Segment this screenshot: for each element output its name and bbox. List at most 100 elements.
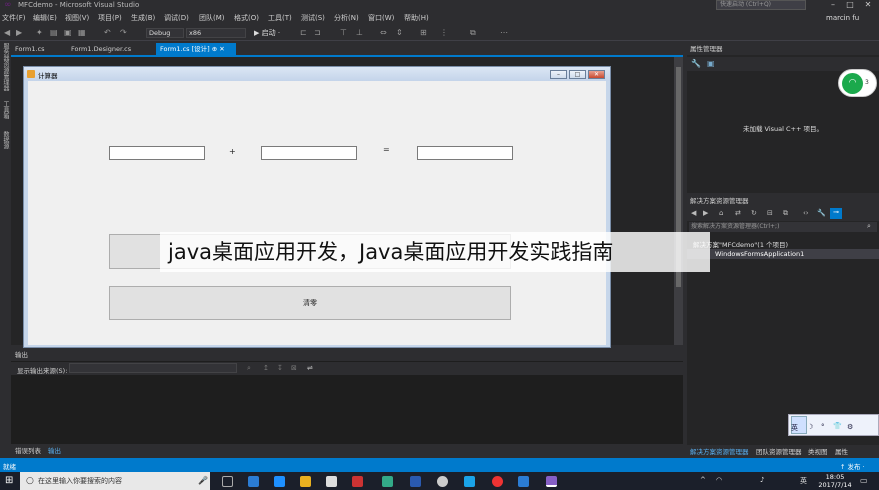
- windows-start-icon[interactable]: ⊞: [5, 475, 13, 486]
- open-icon[interactable]: ▤: [50, 28, 58, 37]
- align-top-icon[interactable]: ⊤: [340, 28, 347, 37]
- show-all-icon[interactable]: ⧉: [783, 209, 788, 218]
- taskbar-search-input[interactable]: 在这里输入你要搜索的内容: [20, 472, 210, 490]
- taskbar-clock[interactable]: 18:05 2017/7/14: [818, 473, 852, 489]
- form-close-button[interactable]: ✕: [588, 70, 605, 79]
- search-icon[interactable]: ⌕: [867, 222, 871, 231]
- new-project-icon[interactable]: ✦: [36, 28, 43, 37]
- menu-format[interactable]: 格式(O): [234, 13, 259, 23]
- result-input[interactable]: [417, 146, 513, 160]
- find-icon[interactable]: ⌕: [247, 364, 251, 373]
- visual-studio-taskbar-icon[interactable]: [546, 476, 557, 487]
- user-name[interactable]: marcin fu: [826, 14, 859, 22]
- configuration-dropdown[interactable]: Debug: [146, 28, 184, 38]
- redo-icon[interactable]: ↷: [120, 28, 127, 37]
- quick-launch-input[interactable]: 快速启动 (Ctrl+Q): [716, 0, 806, 10]
- menu-file[interactable]: 文件(F): [2, 13, 26, 23]
- order-icon[interactable]: ⧉: [470, 28, 476, 38]
- preview-icon[interactable]: ⊸: [830, 208, 842, 219]
- app-icon-4[interactable]: [464, 476, 475, 487]
- degree-icon[interactable]: °: [821, 423, 825, 431]
- app-icon-5[interactable]: [518, 476, 529, 487]
- save-properties-icon[interactable]: ▣: [707, 59, 715, 68]
- app-icon-2[interactable]: [382, 476, 393, 487]
- notification-icon[interactable]: ▭: [860, 476, 868, 485]
- project-node[interactable]: WindowsFormsApplication1: [687, 249, 879, 259]
- grid-icon[interactable]: ⊞: [420, 28, 427, 37]
- spacing-icon[interactable]: ⋮: [440, 28, 448, 37]
- toolbox-tab[interactable]: 工具箱: [1, 101, 10, 119]
- menu-tools[interactable]: 工具(T): [268, 13, 292, 23]
- code-icon[interactable]: ‹›: [803, 209, 809, 217]
- data-sources-tab[interactable]: 数据源: [1, 131, 10, 149]
- store-icon[interactable]: [326, 476, 337, 487]
- tab-error-list[interactable]: 错误列表: [15, 445, 41, 455]
- align-middle-icon[interactable]: ⊥: [356, 28, 363, 37]
- menu-view[interactable]: 视图(V): [65, 13, 89, 23]
- tab-order-icon[interactable]: ⋯: [500, 28, 508, 37]
- word-wrap-icon[interactable]: ⇌: [307, 364, 313, 372]
- output-source-dropdown[interactable]: [69, 363, 237, 373]
- tab-class-view[interactable]: 类视图: [808, 446, 828, 456]
- forward-icon[interactable]: ▶: [16, 28, 22, 37]
- menu-project[interactable]: 项目(P): [98, 13, 122, 23]
- form-minimize-button[interactable]: –: [550, 70, 567, 79]
- app-icon-1[interactable]: [352, 476, 363, 487]
- sync-icon[interactable]: ⇄: [735, 209, 741, 217]
- back-icon[interactable]: ◀: [691, 209, 696, 217]
- operand2-input[interactable]: [261, 146, 357, 160]
- collapse-icon[interactable]: ⊟: [767, 209, 773, 217]
- minimize-button[interactable]: –: [826, 0, 840, 10]
- publish-button[interactable]: ↑ 发布 ·: [840, 461, 865, 471]
- platform-dropdown[interactable]: x86: [186, 28, 246, 38]
- properties-icon[interactable]: 🔧: [817, 209, 826, 217]
- tray-ime-icon[interactable]: 英: [800, 476, 807, 486]
- menu-team[interactable]: 团队(M): [199, 13, 225, 23]
- ie-icon[interactable]: [274, 476, 285, 487]
- next-icon[interactable]: ↧: [277, 364, 283, 372]
- server-explorer-tab[interactable]: 服务器资源管理器: [1, 43, 10, 91]
- tab-form1-cs[interactable]: Form1.cs: [11, 43, 49, 55]
- chrome-icon[interactable]: [492, 476, 503, 487]
- form-maximize-button[interactable]: □: [569, 70, 586, 79]
- tab-close-icon[interactable]: ✕: [219, 45, 224, 53]
- save-icon[interactable]: ▣: [64, 28, 72, 37]
- photoshop-icon[interactable]: [410, 476, 421, 487]
- form-window[interactable]: 计算器 – □ ✕ + = 清零: [23, 66, 611, 348]
- skin-icon[interactable]: 👕: [833, 422, 842, 430]
- task-view-icon[interactable]: [222, 476, 233, 487]
- app-icon-3[interactable]: [437, 476, 448, 487]
- menu-build[interactable]: 生成(B): [131, 13, 155, 23]
- operand1-input[interactable]: [109, 146, 205, 160]
- maximize-button[interactable]: □: [843, 0, 857, 10]
- size-height-icon[interactable]: ⇕: [396, 28, 403, 37]
- tab-properties[interactable]: 属性: [835, 446, 848, 456]
- tab-output[interactable]: 输出: [48, 445, 61, 455]
- edge-icon[interactable]: [248, 476, 259, 487]
- microphone-icon[interactable]: 🎤: [198, 476, 208, 485]
- clear-button[interactable]: 清零: [109, 286, 511, 320]
- start-debug-button[interactable]: ▶ 启动 ·: [254, 28, 280, 38]
- ime-toolbar[interactable]: 英 ☽ ° 👕 ⚙: [788, 414, 879, 436]
- clear-all-icon[interactable]: ⊠: [291, 364, 297, 372]
- solution-search-input[interactable]: 搜索解决方案资源管理器(Ctrl+;): [689, 222, 877, 232]
- tray-arrow-icon[interactable]: ^: [700, 476, 706, 484]
- tab-solution-explorer[interactable]: 解决方案资源管理器: [690, 446, 749, 456]
- tab-form1-designer[interactable]: Form1.Designer.cs: [67, 43, 135, 55]
- tab-form1-design[interactable]: Form1.cs [设计] ⊕ ✕: [156, 43, 236, 55]
- menu-analyze[interactable]: 分析(N): [334, 13, 359, 23]
- menu-test[interactable]: 测试(S): [301, 13, 325, 23]
- menu-debug[interactable]: 调试(D): [164, 13, 189, 23]
- align-center-icon[interactable]: ⊐: [314, 28, 321, 37]
- forward-icon[interactable]: ▶: [703, 209, 708, 217]
- undo-icon[interactable]: ↶: [104, 28, 111, 37]
- home-icon[interactable]: ⌂: [719, 209, 723, 217]
- menu-help[interactable]: 帮助(H): [404, 13, 429, 23]
- size-width-icon[interactable]: ⇔: [380, 28, 387, 37]
- refresh-icon[interactable]: ↻: [751, 209, 757, 217]
- tray-network-icon[interactable]: ◠: [716, 476, 722, 484]
- ime-lang[interactable]: 英: [791, 423, 798, 433]
- menu-window[interactable]: 窗口(W): [368, 13, 394, 23]
- file-explorer-icon[interactable]: [300, 476, 311, 487]
- pin-icon[interactable]: ⊕: [212, 45, 217, 53]
